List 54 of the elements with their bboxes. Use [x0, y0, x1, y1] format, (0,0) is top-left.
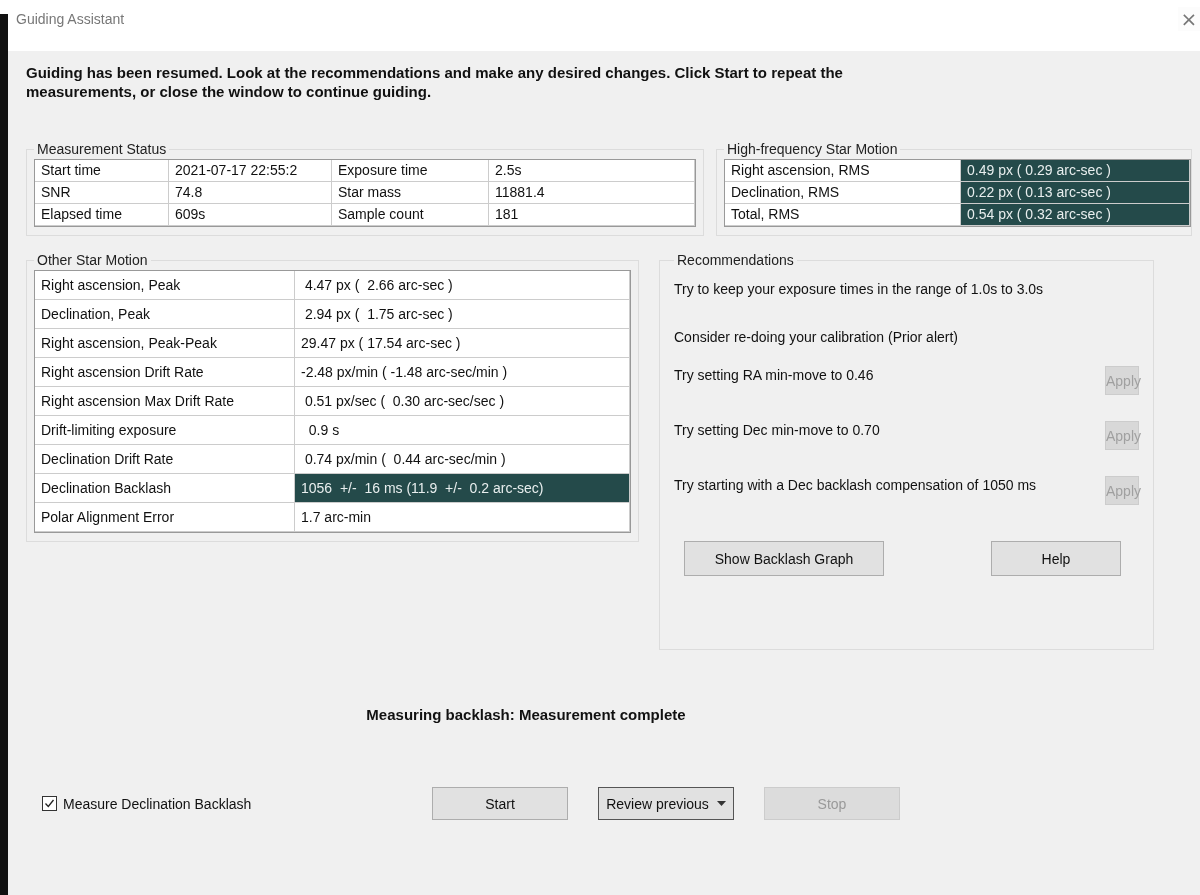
recommendation-text: Try setting Dec min-move to 0.70 [674, 421, 881, 440]
table-cell: Right ascension, Peak-Peak [35, 329, 295, 358]
table-cell: Right ascension, RMS [725, 160, 961, 182]
table-cell: Right ascension Drift Rate [35, 358, 295, 387]
table-cell: 0.49 px ( 0.29 arc-sec ) [961, 160, 1190, 182]
table-cell: Exposure time [332, 160, 489, 182]
table-cell: Declination Drift Rate [35, 445, 295, 474]
table-cell: 0.51 px/sec ( 0.30 arc-sec/sec ) [295, 387, 630, 416]
table-cell: Declination, RMS [725, 182, 961, 204]
table-cell: 4.47 px ( 2.66 arc-sec ) [295, 271, 630, 300]
table-cell: Declination, Peak [35, 300, 295, 329]
table-cell: 2.5s [489, 160, 695, 182]
table-cell: 2021-07-17 22:55:2 [169, 160, 332, 182]
table-cell: 11881.4 [489, 182, 695, 204]
recommendation-text: Consider re-doing your calibration (Prior alert) [674, 328, 959, 347]
table-cell: Polar Alignment Error [35, 503, 295, 532]
caret-icon [716, 801, 726, 806]
table-cell: Declination Backlash [35, 474, 295, 503]
table-cell: Right ascension Max Drift Rate [35, 387, 295, 416]
table-cell: 0.9 s [295, 416, 630, 445]
table-cell: Elapsed time [35, 204, 169, 226]
table-cell: Start time [35, 160, 169, 182]
table-cell: 1056 +/- 16 ms (11.9 +/- 0.2 arc-sec) [295, 474, 630, 503]
status-text: Measuring backlash: Measurement complete [365, 706, 687, 723]
table-cell: Star mass [332, 182, 489, 204]
dialog-button[interactable]: Start [432, 787, 568, 820]
table-cell: Right ascension, Peak [35, 271, 295, 300]
table-cell: 609s [169, 204, 332, 226]
table-cell: -2.48 px/min ( -1.48 arc-sec/min ) [295, 358, 630, 387]
table-cell: 74.8 [169, 182, 332, 204]
window-title: Guiding Assistant [16, 10, 125, 27]
group-title: Other Star Motion [36, 252, 149, 268]
table-cell: 29.47 px ( 17.54 arc-sec ) [295, 329, 630, 358]
dialog-button[interactable]: Help [991, 541, 1121, 576]
dialog-button[interactable]: Show Backlash Graph [684, 541, 884, 576]
table-cell: Drift-limiting exposure [35, 416, 295, 445]
checkmark-icon [44, 798, 55, 809]
table-cell: 0.54 px ( 0.32 arc-sec ) [961, 204, 1190, 226]
group-title: Recommendations [676, 252, 795, 268]
group-title: High-frequency Star Motion [726, 141, 899, 157]
table-cell: SNR [35, 182, 169, 204]
table-cell: 1.7 arc-min [295, 503, 630, 532]
group-title: Measurement Status [36, 141, 168, 157]
table-cell: 181 [489, 204, 695, 226]
backlash-checkbox[interactable]: Measure Declination Backlash [26, 795, 432, 812]
table-cell: Total, RMS [725, 204, 961, 226]
recommendation-text: Try setting RA min-move to 0.46 [674, 366, 875, 385]
dropdown-button[interactable]: Review previous [598, 787, 734, 820]
instruction-text: Guiding has been resumed. Look at the recommendations and make any desired changes. Click Start to repeat the measurements, or close the window to continue guiding. [26, 63, 844, 101]
recommendation-text: Try to keep your exposure times in the range of 1.0s to 3.0s [674, 280, 1045, 299]
table-cell: 2.94 px ( 1.75 arc-sec ) [295, 300, 630, 329]
table-cell: 0.22 px ( 0.13 arc-sec ) [961, 182, 1190, 204]
table-cell: Sample count [332, 204, 489, 226]
recommendation-text: Try starting with a Dec backlash compensation of 1050 ms [674, 476, 1038, 495]
